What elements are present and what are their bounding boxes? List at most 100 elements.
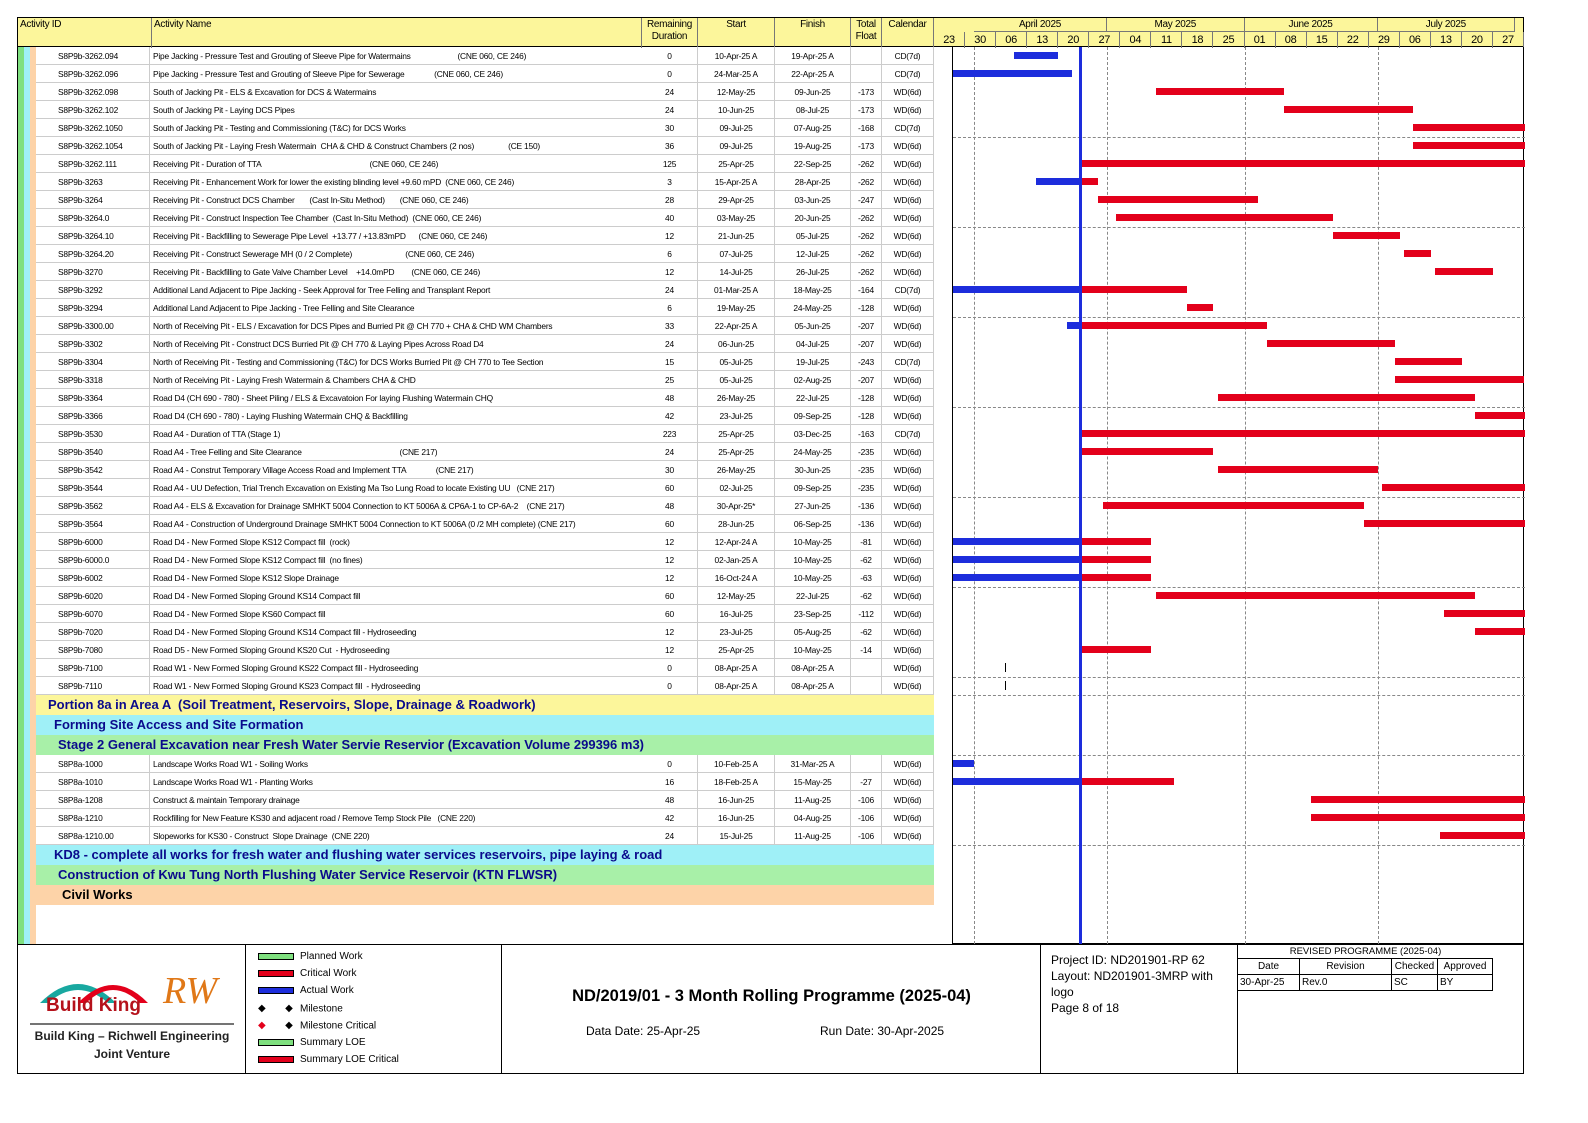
- activity-row[interactable]: S8P9b-3318 North of Receiving Pit - Layin…: [36, 371, 934, 389]
- cell-float: -163: [851, 425, 882, 443]
- wbs-band[interactable]: KD8 - complete all works for fresh water…: [36, 845, 934, 865]
- legend-item: Planned Work: [258, 951, 363, 963]
- activity-row[interactable]: S8P9b-3562 Road A4 - ELS & Excavation for…: [36, 497, 934, 515]
- activity-row[interactable]: S8P9b-3262.111 Receiving Pit - Duration o…: [36, 155, 934, 173]
- activity-row[interactable]: S8P9b-7020 Road D4 - New Formed Sloping G…: [36, 623, 934, 641]
- project-id: Project ID: ND201901-RP 62: [1051, 953, 1205, 967]
- cell-id: S8P9b-3264: [58, 191, 150, 209]
- row-gridline: [953, 755, 1525, 756]
- activity-row[interactable]: S8P9b-3264.0 Receiving Pit - Construct In…: [36, 209, 934, 227]
- activity-row[interactable]: S8P9b-6070 Road D4 - New Formed Slope KS6…: [36, 605, 934, 623]
- activity-row[interactable]: S8P9b-7080 Road D5 - New Formed Sloping G…: [36, 641, 934, 659]
- activity-row[interactable]: S8P9b-7110 Road W1 - New Formed Sloping G…: [36, 677, 934, 695]
- cell-cal: WD(6d): [882, 191, 934, 209]
- critical-work-bar: [1475, 412, 1525, 419]
- wbs-band[interactable]: Forming Site Access and Site Formation: [36, 715, 934, 735]
- cell-float: -128: [851, 389, 882, 407]
- activity-row[interactable]: S8P9b-3264.20 Receiving Pit - Construct S…: [36, 245, 934, 263]
- activity-row[interactable]: S8P9b-3262.094 Pipe Jacking - Pressure Te…: [36, 47, 934, 65]
- activity-row[interactable]: S8P9b-3564 Road A4 - Construction of Unde…: [36, 515, 934, 533]
- activity-row[interactable]: S8P9b-6000 Road D4 - New Formed Slope KS1…: [36, 533, 934, 551]
- activity-row[interactable]: S8P9b-3262.096 Pipe Jacking - Pressure Te…: [36, 65, 934, 83]
- activity-row[interactable]: S8P9b-3263 Receiving Pit - Enhancement Wo…: [36, 173, 934, 191]
- cell-dur: 12: [642, 263, 698, 281]
- activity-row[interactable]: S8P8a-1210.00 Slopeworks for KS30 - Const…: [36, 827, 934, 845]
- cell-cal: WD(6d): [882, 587, 934, 605]
- cell-dur: 12: [642, 641, 698, 659]
- activity-row[interactable]: S8P9b-3530 Road A4 - Duration of TTA (Sta…: [36, 425, 934, 443]
- activity-row[interactable]: S8P9b-3264.10 Receiving Pit - Backfilling…: [36, 227, 934, 245]
- activity-row[interactable]: S8P9b-3262.102 South of Jacking Pit - Lay…: [36, 101, 934, 119]
- col-calendar[interactable]: Calendar: [882, 18, 934, 48]
- activity-row[interactable]: S8P9b-7100 Road W1 - New Formed Sloping G…: [36, 659, 934, 677]
- col-total-float[interactable]: Total Float: [851, 18, 882, 48]
- activity-row[interactable]: S8P9b-3292 Additional Land Adjacent to Pi…: [36, 281, 934, 299]
- wbs-band[interactable]: Civil Works: [36, 885, 934, 905]
- wbs-band[interactable]: Construction of Kwu Tung North Flushing …: [36, 865, 934, 885]
- page-number: Page 8 of 18: [1051, 1001, 1120, 1015]
- activity-row[interactable]: S8P9b-3366 Road D4 (CH 690 - 780) - Layin…: [36, 407, 934, 425]
- cell-cal: WD(6d): [882, 809, 934, 827]
- col-finish[interactable]: Finish: [775, 18, 851, 48]
- week-label: 27: [1493, 32, 1524, 48]
- cell-id: S8P9b-3270: [58, 263, 150, 281]
- activity-row[interactable]: S8P9b-3540 Road A4 - Tree Felling and Sit…: [36, 443, 934, 461]
- cell-dur: 12: [642, 569, 698, 587]
- activity-row[interactable]: S8P8a-1210 Rockfilling for New Feature KS…: [36, 809, 934, 827]
- activity-row[interactable]: S8P8a-1010 Landscape Works Road W1 - Plan…: [36, 773, 934, 791]
- cell-cal: WD(6d): [882, 263, 934, 281]
- week-label: 20: [1462, 32, 1493, 48]
- revision-cell: Date: [1238, 959, 1300, 975]
- col-activity-name[interactable]: Activity Name: [152, 18, 642, 48]
- activity-row[interactable]: S8P9b-3542 Road A4 - Construt Temporary V…: [36, 461, 934, 479]
- cell-name: Road A4 - Construt Temporary Village Acc…: [153, 465, 474, 475]
- milestone-tick: [1004, 681, 1006, 690]
- cell-name: Landscape Works Road W1 - Planting Works: [153, 777, 313, 787]
- activity-row[interactable]: S8P9b-3264 Receiving Pit - Construct DCS …: [36, 191, 934, 209]
- activity-row[interactable]: S8P9b-3364 Road D4 (CH 690 - 780) - Sheet…: [36, 389, 934, 407]
- activity-row[interactable]: S8P9b-3304 North of Receiving Pit - Testi…: [36, 353, 934, 371]
- logo-caption-line1: Build King – Richwell Engineering: [34, 1029, 230, 1043]
- cell-id: S8P9b-3364: [58, 389, 150, 407]
- cell-name: Receiving Pit - Duration of TTA (CNE 060…: [153, 159, 439, 169]
- activity-row[interactable]: S8P8a-1208 Construct & maintain Temporary…: [36, 791, 934, 809]
- cell-start: 09-Jul-25: [698, 119, 775, 137]
- cell-name: Road D4 - New Formed Sloping Ground KS14…: [153, 591, 361, 601]
- activity-row[interactable]: S8P9b-3300.00 North of Receiving Pit - EL…: [36, 317, 934, 335]
- week-label: 04: [1120, 32, 1152, 48]
- cell-cal: WD(6d): [882, 533, 934, 551]
- activity-row[interactable]: S8P9b-6020 Road D4 - New Formed Sloping G…: [36, 587, 934, 605]
- week-label: 15: [1307, 32, 1338, 48]
- cell-cal: WD(6d): [882, 101, 934, 119]
- cell-float: -136: [851, 515, 882, 533]
- cell-dur: 60: [642, 605, 698, 623]
- cell-name: Road A4 - UU Defection, Trial Trench Exc…: [153, 483, 555, 493]
- critical-work-bar: [1155, 88, 1285, 95]
- cell-dur: 24: [642, 335, 698, 353]
- wbs-band[interactable]: Stage 2 General Excavation near Fresh Wa…: [36, 735, 934, 755]
- activity-row[interactable]: S8P9b-6000.0 Road D4 - New Formed Slope K…: [36, 551, 934, 569]
- cell-name: Receiving Pit - Construct Inspection Tee…: [153, 213, 482, 223]
- activity-row[interactable]: S8P9b-3302 North of Receiving Pit - Const…: [36, 335, 934, 353]
- activity-row[interactable]: S8P9b-3262.1050 South of Jacking Pit - Te…: [36, 119, 934, 137]
- activity-row[interactable]: S8P9b-6002 Road D4 - New Formed Slope KS1…: [36, 569, 934, 587]
- activity-row[interactable]: S8P8a-1000 Landscape Works Road W1 - Soil…: [36, 755, 934, 773]
- col-start[interactable]: Start: [698, 18, 775, 48]
- cell-dur: 60: [642, 479, 698, 497]
- activity-row[interactable]: S8P9b-3270 Receiving Pit - Backfilling to…: [36, 263, 934, 281]
- cell-dur: 0: [642, 755, 698, 773]
- col-remaining-duration[interactable]: Remaining Duration: [642, 18, 698, 48]
- cell-start: 28-Jun-25: [698, 515, 775, 533]
- activity-row[interactable]: S8P9b-3294 Additional Land Adjacent to Pi…: [36, 299, 934, 317]
- activity-row[interactable]: S8P9b-3262.098 South of Jacking Pit - ELS…: [36, 83, 934, 101]
- data-date: Data Date: 25-Apr-25: [586, 1024, 701, 1038]
- critical-work-bar: [1080, 178, 1099, 185]
- activity-row[interactable]: S8P9b-3262.1054 South of Jacking Pit - La…: [36, 137, 934, 155]
- cell-cal: WD(6d): [882, 317, 934, 335]
- activity-row[interactable]: S8P9b-3544 Road A4 - UU Defection, Trial …: [36, 479, 934, 497]
- cell-start: 03-May-25: [698, 209, 775, 227]
- critical-work-bar: [1475, 628, 1525, 635]
- cell-dur: 16: [642, 773, 698, 791]
- wbs-band[interactable]: Portion 8a in Area A (Soil Treatment, Re…: [36, 695, 934, 715]
- col-activity-id[interactable]: Activity ID: [18, 18, 152, 48]
